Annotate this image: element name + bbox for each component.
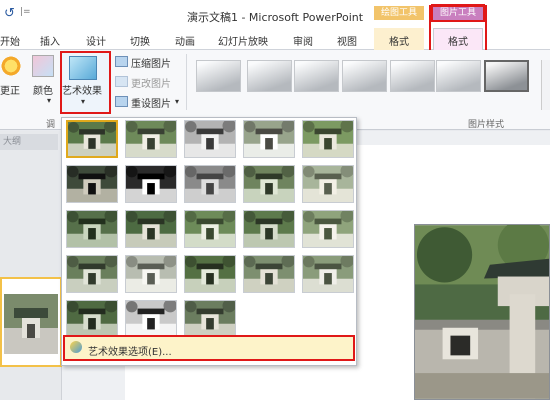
artistic-effect-option[interactable] [302, 254, 354, 293]
ribbon-divider [186, 54, 187, 110]
compress-pictures-button[interactable]: 压缩图片 [131, 55, 171, 70]
artistic-effect-option[interactable] [184, 299, 236, 338]
artistic-effect-option[interactable] [243, 209, 295, 248]
picture-style-5[interactable] [390, 60, 435, 92]
picture-styles-group-label: 图片样式 [468, 120, 505, 130]
picture-style-3[interactable] [294, 60, 339, 92]
artistic-effect-option[interactable] [243, 254, 295, 293]
artistic-effect-option[interactable] [243, 164, 295, 203]
artistic-effect-option[interactable] [66, 120, 118, 158]
artistic-effects-dropdown-icon[interactable]: ▾ [81, 97, 85, 106]
tab-home[interactable]: 开始 [0, 33, 20, 48]
color-button[interactable]: 颜色 [33, 82, 53, 97]
artistic-effect-option[interactable] [302, 209, 354, 248]
artistic-effect-option[interactable] [125, 164, 177, 203]
tab-view[interactable]: 视图 [337, 33, 357, 48]
adjust-group-label: 调 [46, 120, 56, 130]
drawing-tools-context-label: 绘图工具 [374, 6, 424, 20]
artistic-effect-option[interactable] [66, 299, 118, 338]
tab-slideshow[interactable]: 幻灯片放映 [218, 33, 268, 48]
artistic-effect-option[interactable] [302, 164, 354, 203]
artistic-effect-option[interactable] [184, 254, 236, 293]
artistic-effects-icon[interactable] [69, 56, 97, 80]
corrections-icon[interactable] [0, 55, 22, 77]
artistic-effect-option[interactable] [184, 119, 236, 158]
artistic-effect-option[interactable] [125, 299, 177, 338]
artistic-effects-options-label[interactable]: 艺术效果选项(E)... [88, 343, 172, 358]
slide-thumbnail-picture [4, 294, 58, 354]
artistic-effect-option[interactable] [125, 254, 177, 293]
change-picture-icon[interactable] [115, 76, 128, 87]
corrections-button[interactable]: 更正 [0, 82, 20, 97]
picture-style-7[interactable] [484, 60, 529, 92]
artistic-effect-option[interactable] [243, 119, 295, 158]
picture-style-4[interactable] [342, 60, 387, 92]
artistic-options-icon [70, 341, 82, 353]
picture-style-2[interactable] [247, 60, 292, 92]
tab-transitions[interactable]: 切换 [130, 33, 150, 48]
artistic-effect-option[interactable] [125, 209, 177, 248]
reset-picture-dropdown-icon[interactable]: ▾ [175, 97, 179, 106]
tab-format-drawing[interactable]: 格式 [389, 33, 409, 48]
artistic-effect-option[interactable] [302, 119, 354, 158]
artistic-effect-option[interactable] [66, 254, 118, 293]
artistic-effect-option[interactable] [184, 209, 236, 248]
picture-tools-highlight [429, 5, 487, 52]
picture-style-1[interactable] [196, 60, 241, 92]
artistic-effects-label[interactable]: 艺术效果 [62, 82, 102, 97]
tab-animations[interactable]: 动画 [175, 33, 195, 48]
artistic-effects-grid [66, 119, 356, 338]
picture-style-6[interactable] [436, 60, 481, 92]
tab-insert[interactable]: 插入 [40, 33, 60, 48]
tab-outline[interactable]: 大纲 [0, 134, 58, 150]
compress-pictures-icon[interactable] [115, 56, 128, 67]
artistic-effect-option[interactable] [66, 164, 118, 203]
reset-picture-button[interactable]: 重设图片 [131, 95, 171, 110]
tab-design[interactable]: 设计 [86, 33, 106, 48]
tab-review[interactable]: 审阅 [293, 33, 313, 48]
reset-picture-icon[interactable] [115, 96, 128, 107]
color-icon[interactable] [32, 55, 54, 77]
artistic-effect-option[interactable] [66, 209, 118, 248]
picture-styles-more-button[interactable] [541, 60, 550, 110]
change-picture-button[interactable]: 更改图片 [131, 75, 171, 90]
color-dropdown-icon[interactable]: ▾ [47, 96, 51, 105]
artistic-effect-option[interactable] [125, 119, 177, 158]
selected-picture[interactable] [414, 224, 550, 400]
artistic-effect-option[interactable] [184, 164, 236, 203]
